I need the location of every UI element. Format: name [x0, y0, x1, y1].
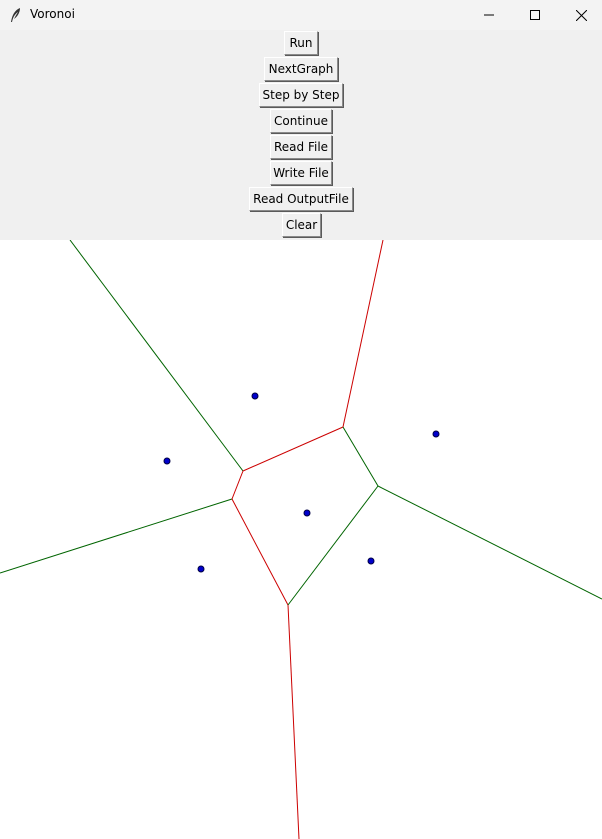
voronoi-edge-red	[342, 240, 384, 428]
step-by-step-button[interactable]: Step by Step	[259, 83, 343, 107]
maximize-button[interactable]	[512, 0, 558, 30]
window-title: Voronoi	[30, 7, 75, 21]
voronoi-edge-red	[242, 426, 344, 472]
voronoi-site-point[interactable]	[251, 392, 259, 400]
voronoi-edge-red	[231, 498, 289, 606]
voronoi-edge-green	[0, 498, 233, 574]
voronoi-site-point[interactable]	[197, 565, 205, 573]
title-bar[interactable]: Voronoi	[0, 0, 602, 30]
minimize-icon	[484, 10, 494, 20]
voronoi-edge-red	[287, 604, 300, 839]
close-icon	[575, 9, 587, 21]
voronoi-edge-red	[231, 470, 244, 500]
feather-icon	[9, 7, 23, 23]
close-button[interactable]	[558, 0, 602, 30]
voronoi-edge-green	[287, 485, 379, 606]
voronoi-site-point[interactable]	[163, 457, 171, 465]
continue-button[interactable]: Continue	[270, 109, 332, 133]
voronoi-window: Voronoi Run NextGraph Step by Step Conti…	[0, 0, 602, 839]
voronoi-edge-green	[69, 240, 244, 472]
write-file-button[interactable]: Write File	[270, 161, 332, 185]
minimize-button[interactable]	[466, 0, 512, 30]
button-panel: Run NextGraph Step by Step Continue Read…	[0, 30, 602, 240]
voronoi-edge-green	[377, 485, 602, 600]
maximize-icon	[530, 10, 540, 20]
voronoi-diagram[interactable]	[0, 240, 602, 839]
read-output-file-button[interactable]: Read OutputFile	[249, 187, 353, 211]
voronoi-canvas[interactable]	[0, 240, 602, 839]
voronoi-site-point[interactable]	[432, 430, 440, 438]
voronoi-edges	[0, 240, 602, 839]
voronoi-edge-green	[342, 426, 379, 487]
read-file-button[interactable]: Read File	[270, 135, 332, 159]
clear-button[interactable]: Clear	[282, 213, 321, 237]
next-graph-button[interactable]: NextGraph	[264, 57, 338, 81]
voronoi-site-point[interactable]	[367, 557, 375, 565]
run-button[interactable]: Run	[284, 31, 318, 55]
voronoi-site-point[interactable]	[303, 509, 311, 517]
